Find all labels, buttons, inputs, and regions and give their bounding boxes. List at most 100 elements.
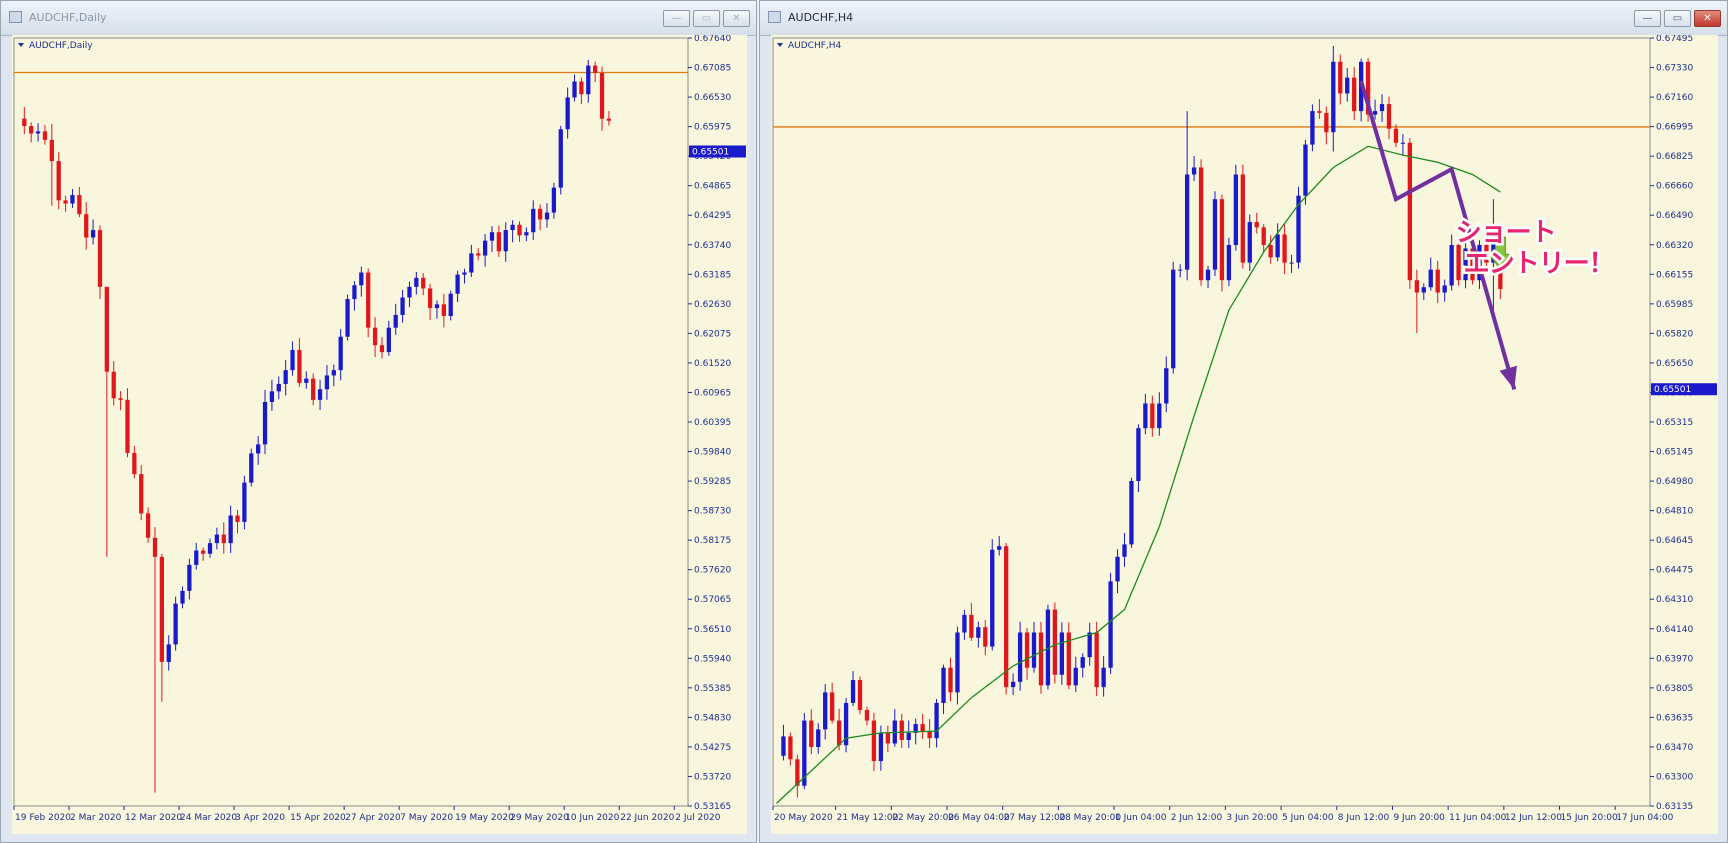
current-price-label: 0.65501: [692, 147, 729, 157]
minimize-button[interactable]: —: [663, 10, 690, 27]
y-tick-label: 0.64980: [1656, 477, 1693, 487]
y-tick-label: 0.59285: [694, 477, 731, 487]
bearish-candle: [1052, 609, 1058, 675]
bullish-candle: [407, 286, 412, 298]
daily-chart-window[interactable]: AUDCHF,Daily — ▭ ✕ AUDCHF,Daily 0.67640 0.…: [0, 0, 757, 843]
bullish-candle: [1345, 77, 1350, 94]
y-tick-label: 0.61520: [694, 359, 731, 369]
bearish-candle: [49, 139, 54, 162]
y-tick-label: 0.64140: [1656, 625, 1693, 635]
bullish-candle: [1087, 632, 1092, 658]
x-tick-label: 2 Jun 12:00: [1171, 813, 1223, 823]
y-tick-label: 0.64295: [694, 211, 731, 221]
bullish-candle: [324, 375, 330, 390]
triangle-down-icon: [777, 43, 783, 47]
bearish-candle: [1198, 167, 1204, 281]
y-tick-label: 0.65650: [1656, 359, 1693, 369]
h4-chart-window[interactable]: AUDCHF,H4 — ▭ ✕ AUDCHF,H4 0.67495 0.67330 0…: [759, 0, 1728, 843]
bearish-candle: [809, 720, 814, 747]
close-button[interactable]: ✕: [723, 10, 750, 27]
bullish-candle: [414, 277, 419, 287]
bullish-candle: [1233, 174, 1239, 245]
bearish-candle: [948, 667, 953, 693]
bullish-candle: [1184, 174, 1190, 270]
x-tick-label: 2 Mar 2020: [70, 813, 122, 823]
y-tick-label: 0.65145: [1656, 448, 1693, 458]
close-button[interactable]: ✕: [1694, 10, 1721, 27]
bearish-candle: [1240, 174, 1245, 263]
y-tick-label: 0.62630: [694, 300, 731, 310]
bearish-candle: [1317, 111, 1322, 113]
bearish-candle: [830, 692, 835, 721]
x-tick-label: 19 Feb 2020: [15, 813, 71, 823]
h4-candlestick-chart: AUDCHF,H4 0.67495 0.67330 0.67160 0.66995 0.6…: [772, 34, 1717, 823]
bullish-candle: [1449, 244, 1454, 286]
bearish-candle: [235, 515, 240, 522]
y-tick-label: 0.66320: [1656, 241, 1693, 251]
y-tick-label: 0.53165: [694, 802, 731, 812]
bearish-candle: [788, 736, 793, 760]
restore-button[interactable]: ▭: [1664, 10, 1691, 27]
bullish-candle: [572, 81, 577, 98]
bearish-candle: [579, 81, 584, 95]
bearish-candle: [221, 534, 226, 544]
bullish-candle: [1212, 199, 1218, 270]
bearish-candle: [427, 288, 433, 309]
bearish-candle: [1456, 244, 1461, 281]
minimize-button[interactable]: —: [1634, 10, 1661, 27]
bullish-candle: [558, 129, 563, 188]
x-tick-label: 27 Apr 2020: [345, 813, 401, 823]
y-tick-label: 0.54275: [694, 743, 731, 753]
bullish-candle: [338, 336, 343, 371]
bullish-candle: [551, 187, 557, 213]
bullish-candle: [1310, 111, 1315, 145]
bullish-candle: [359, 272, 364, 286]
entry-annotation-text: エントリー！: [1464, 249, 1614, 279]
y-tick-label: 0.65985: [1656, 300, 1693, 310]
bullish-candle: [1115, 556, 1120, 582]
y-tick-label: 0.53720: [694, 772, 731, 782]
chart-symbol-label: AUDCHF,H4: [788, 41, 842, 51]
daily-window-title: AUDCHF,Daily: [29, 11, 107, 24]
daily-window-titlebar[interactable]: AUDCHF,Daily — ▭ ✕: [1, 1, 756, 36]
bearish-candle: [517, 224, 522, 236]
h4-chart-area[interactable]: AUDCHF,H4 0.67495 0.67330 0.67160 0.66995 0.6…: [771, 34, 1718, 834]
bullish-candle: [276, 383, 281, 392]
bearish-candle: [1024, 632, 1030, 668]
bearish-candle: [538, 208, 543, 220]
bullish-candle: [586, 65, 591, 95]
bullish-candle: [544, 212, 550, 220]
bullish-candle: [35, 131, 41, 134]
y-tick-label: 0.63805: [1656, 684, 1693, 694]
bullish-candle: [269, 391, 275, 402]
bullish-candle: [173, 603, 178, 645]
bullish-candle: [1122, 544, 1127, 557]
daily-chart-area[interactable]: AUDCHF,Daily 0.67640 0.67085 0.66530 0.65975…: [12, 34, 747, 834]
bearish-candle: [139, 474, 144, 514]
y-tick-label: 0.64865: [694, 182, 731, 192]
bullish-candle: [290, 349, 295, 371]
bearish-candle: [77, 195, 82, 215]
x-tick-label: 17 Jun 04:00: [1616, 813, 1673, 823]
bearish-candle: [1094, 632, 1099, 688]
bullish-candle: [1226, 244, 1232, 281]
bullish-candle: [1379, 104, 1385, 112]
bearish-candle: [125, 399, 130, 453]
h4-window-titlebar[interactable]: AUDCHF,H4 — ▭ ✕: [760, 1, 1727, 36]
chart-symbol-label: AUDCHF,Daily: [29, 41, 93, 51]
bullish-candle: [1171, 269, 1176, 369]
bearish-candle: [379, 345, 385, 353]
bullish-candle: [1428, 269, 1433, 288]
bullish-candle: [400, 297, 405, 315]
bullish-candle: [393, 314, 398, 328]
y-tick-label: 0.67160: [1656, 93, 1693, 103]
arrow-head-icon: [1499, 365, 1517, 390]
x-tick-label: 12 Jun 12:00: [1505, 813, 1562, 823]
bearish-candle: [1219, 199, 1225, 281]
y-tick-label: 0.67085: [694, 64, 731, 74]
bullish-candle: [180, 590, 185, 604]
y-tick-label: 0.57065: [694, 595, 731, 605]
bullish-candle: [941, 667, 946, 703]
bullish-candle: [1205, 269, 1211, 281]
restore-button[interactable]: ▭: [693, 10, 720, 27]
